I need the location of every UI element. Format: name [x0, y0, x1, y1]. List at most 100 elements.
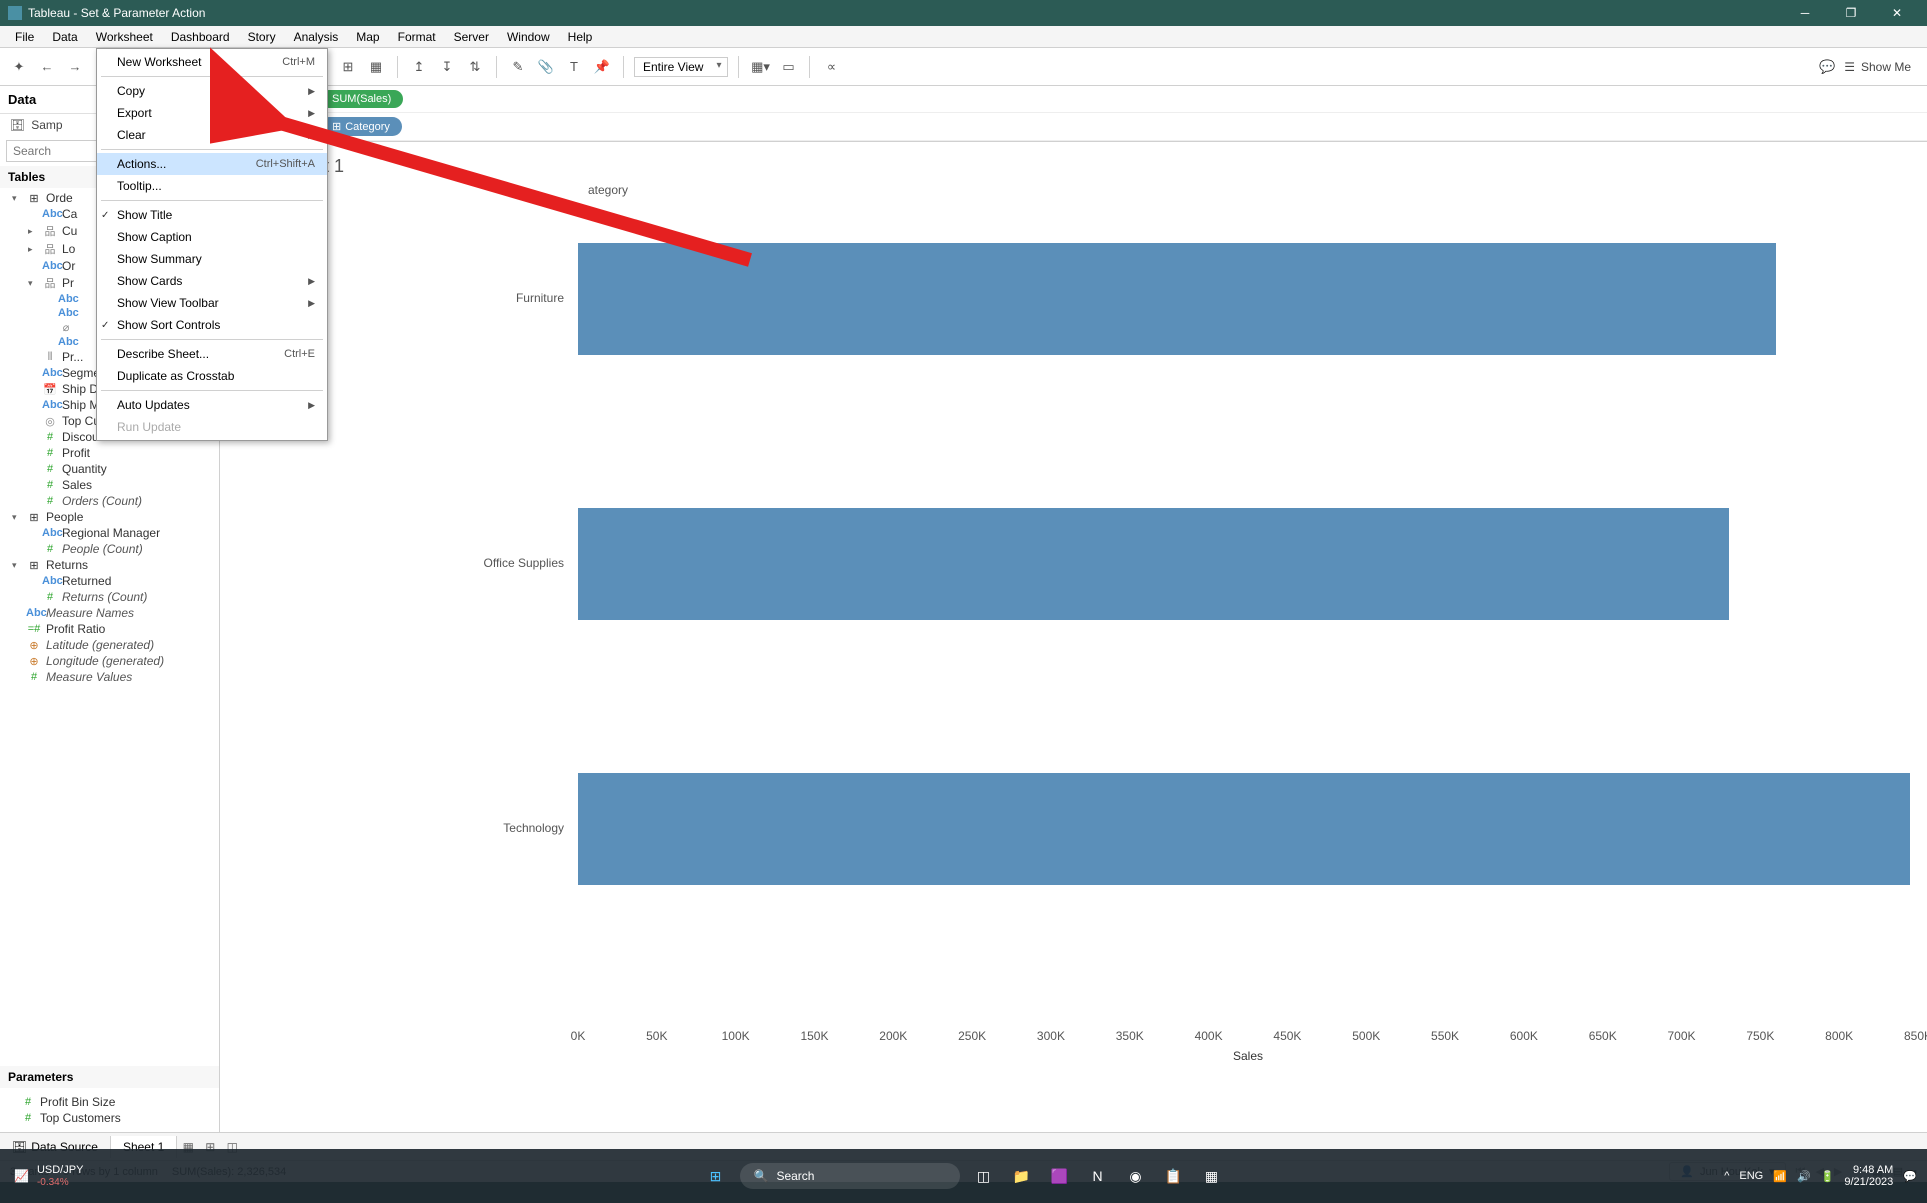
tableau-taskbar-icon[interactable]: ▦ — [1198, 1162, 1226, 1190]
field-people[interactable]: ▾⊞People — [0, 509, 219, 525]
field-sales[interactable]: #Sales — [0, 477, 219, 493]
sort-desc-button[interactable]: ↧ — [436, 56, 458, 78]
menu-item-show-cards[interactable]: Show Cards▶ — [97, 270, 327, 292]
tableau-logo-icon[interactable]: ✦ — [8, 56, 30, 78]
menu-item-show-summary[interactable]: Show Summary — [97, 248, 327, 270]
tray-chevron-icon[interactable]: ^ — [1724, 1170, 1729, 1182]
rows-pill-category[interactable]: ⊞Category — [320, 117, 402, 136]
stock-widget-icon[interactable]: 📈 — [14, 1169, 29, 1183]
menu-item-show-title[interactable]: ✓Show Title — [97, 204, 327, 226]
stock-widget[interactable]: USD/JPY -0.34% — [37, 1164, 83, 1187]
field-latitude-generated-[interactable]: ⊕Latitude (generated) — [0, 637, 219, 653]
menu-item-show-view-toolbar[interactable]: Show View Toolbar▶ — [97, 292, 327, 314]
forward-button[interactable]: → — [64, 56, 86, 78]
menu-item-duplicate-as-crosstab[interactable]: Duplicate as Crosstab — [97, 365, 327, 387]
group-button[interactable]: ⊞ — [337, 56, 359, 78]
menu-map[interactable]: Map — [347, 28, 388, 46]
sort-button[interactable]: ⇅ — [464, 56, 486, 78]
chart-viz[interactable]: ategory FurnitureOffice SuppliesTechnolo… — [278, 183, 1919, 1083]
menu-item-new-worksheet[interactable]: New WorksheetCtrl+M — [97, 51, 327, 73]
start-button[interactable]: ⊞ — [702, 1162, 730, 1190]
pin2-button[interactable]: 📌 — [591, 56, 613, 78]
x-tick: 400K — [1195, 1029, 1223, 1043]
menu-item-actions-[interactable]: Actions...Ctrl+Shift+A — [97, 153, 327, 175]
language-indicator[interactable]: ENG — [1739, 1170, 1763, 1182]
menu-analysis[interactable]: Analysis — [285, 28, 348, 46]
menu-server[interactable]: Server — [445, 28, 498, 46]
show-me-button[interactable]: Show Me — [1861, 60, 1911, 74]
menu-item-export[interactable]: Export▶ — [97, 102, 327, 124]
bar-technology[interactable] — [578, 773, 1910, 885]
battery-icon[interactable]: 🔋 — [1821, 1170, 1835, 1183]
datasource-name: Samp — [31, 118, 62, 132]
window-titlebar: Tableau - Set & Parameter Action ─ ❐ ✕ — [0, 0, 1927, 26]
explorer-icon[interactable]: 📁 — [1008, 1162, 1036, 1190]
highlight-button[interactable]: ✎ — [507, 56, 529, 78]
menu-item-run-update: Run Update — [97, 416, 327, 438]
field-returns-count-[interactable]: #Returns (Count) — [0, 589, 219, 605]
notion-icon[interactable]: N — [1084, 1162, 1112, 1190]
field-profit-ratio[interactable]: =#Profit Ratio — [0, 621, 219, 637]
sheet-title[interactable]: Sheet 1 — [278, 150, 1919, 183]
columns-pill-sum-sales[interactable]: SUM(Sales) — [320, 90, 403, 108]
menu-format[interactable]: Format — [389, 28, 445, 46]
field-measure-names[interactable]: AbcMeasure Names — [0, 605, 219, 621]
share-button[interactable]: ∝ — [820, 56, 842, 78]
pin-button[interactable]: 📎 — [535, 56, 557, 78]
param-top-customers[interactable]: #Top Customers — [8, 1110, 211, 1126]
field-returned[interactable]: AbcReturned — [0, 573, 219, 589]
volume-icon[interactable]: 🔊 — [1797, 1170, 1811, 1183]
label-button[interactable]: T — [563, 56, 585, 78]
task-view-icon[interactable]: ◫ — [970, 1162, 998, 1190]
field-regional-manager[interactable]: AbcRegional Manager — [0, 525, 219, 541]
field-measure-values[interactable]: #Measure Values — [0, 669, 219, 685]
param-profit-bin-size[interactable]: #Profit Bin Size — [8, 1094, 211, 1110]
menu-item-copy[interactable]: Copy▶ — [97, 80, 327, 102]
menu-help[interactable]: Help — [559, 28, 602, 46]
field-people-count-[interactable]: #People (Count) — [0, 541, 219, 557]
menu-data[interactable]: Data — [43, 28, 86, 46]
menu-file[interactable]: File — [6, 28, 43, 46]
maximize-button[interactable]: ❐ — [1837, 6, 1865, 20]
app-icon-2[interactable]: 📋 — [1160, 1162, 1188, 1190]
sort-asc-button[interactable]: ↥ — [408, 56, 430, 78]
clock[interactable]: 9:48 AM 9/21/2023 — [1844, 1164, 1893, 1188]
bar-office-supplies[interactable] — [578, 508, 1729, 620]
show-mark-button[interactable]: ▦ — [365, 56, 387, 78]
back-button[interactable]: ← — [36, 56, 58, 78]
menu-worksheet[interactable]: Worksheet — [87, 28, 162, 46]
cards-button[interactable]: ▦▾ — [749, 56, 771, 78]
menu-item-show-sort-controls[interactable]: ✓Show Sort Controls — [97, 314, 327, 336]
close-button[interactable]: ✕ — [1883, 6, 1911, 20]
menu-story[interactable]: Story — [239, 28, 285, 46]
minimize-button[interactable]: ─ — [1791, 6, 1819, 20]
fit-dropdown[interactable]: Entire View — [634, 57, 728, 77]
stock-change: -0.34% — [37, 1177, 83, 1188]
notifications-icon[interactable]: 💬 — [1903, 1170, 1917, 1183]
menu-item-show-caption[interactable]: Show Caption — [97, 226, 327, 248]
field-longitude-generated-[interactable]: ⊕Longitude (generated) — [0, 653, 219, 669]
taskbar-search[interactable]: 🔍 Search — [740, 1163, 960, 1189]
rows-shelf[interactable]: ≡Rows ⊞Category — [220, 113, 1927, 141]
app-icon — [8, 6, 22, 20]
guide-icon[interactable]: 💬 — [1816, 56, 1838, 78]
app-icon-1[interactable]: 🟪 — [1046, 1162, 1074, 1190]
menu-dashboard[interactable]: Dashboard — [162, 28, 239, 46]
field-orders-count-[interactable]: #Orders (Count) — [0, 493, 219, 509]
menu-item-clear[interactable]: Clear▶ — [97, 124, 327, 146]
wifi-icon[interactable]: 📶 — [1773, 1170, 1787, 1183]
clock-date: 9/21/2023 — [1844, 1176, 1893, 1188]
menu-window[interactable]: Window — [498, 28, 559, 46]
chrome-icon[interactable]: ◉ — [1122, 1162, 1150, 1190]
field-returns[interactable]: ▾⊞Returns — [0, 557, 219, 573]
category-label-office-supplies: Office Supplies — [278, 556, 578, 570]
menu-item-auto-updates[interactable]: Auto Updates▶ — [97, 394, 327, 416]
presentation-button[interactable]: ▭ — [777, 56, 799, 78]
field-profit[interactable]: #Profit — [0, 445, 219, 461]
bar-furniture[interactable] — [578, 243, 1776, 355]
x-tick: 450K — [1273, 1029, 1301, 1043]
menu-item-tooltip-[interactable]: Tooltip... — [97, 175, 327, 197]
field-quantity[interactable]: #Quantity — [0, 461, 219, 477]
menu-item-describe-sheet-[interactable]: Describe Sheet...Ctrl+E — [97, 343, 327, 365]
columns-shelf[interactable]: ⦀Columns SUM(Sales) — [220, 86, 1927, 113]
